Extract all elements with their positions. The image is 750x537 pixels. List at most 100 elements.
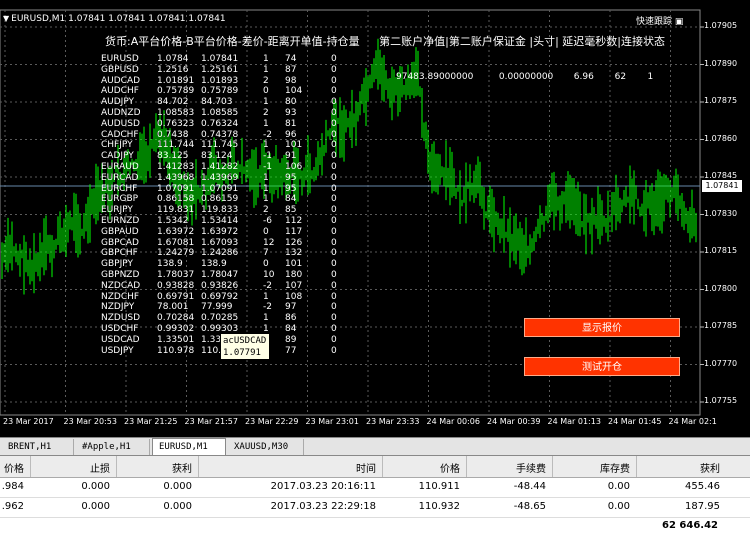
price-axis-label: 1.07845 [704, 171, 738, 180]
row-price-a: 0.93828 [157, 280, 195, 291]
table-row[interactable]: .962 0.000 0.000 2017.03.23 22:29:18 110.932… [0, 498, 750, 518]
row-distance: 101 [285, 140, 303, 151]
column-separator[interactable] [636, 456, 637, 477]
row-distance: 89 [285, 334, 297, 345]
data-tooltip: acUSDCAD 1.07791 [220, 333, 270, 360]
show-quote-button[interactable]: 显示报价 [524, 318, 680, 337]
account-margin: 0.00000000 [498, 72, 554, 82]
column-separator[interactable] [30, 456, 31, 477]
chart-tab[interactable]: BRENT,H1 [2, 439, 74, 455]
row-position: 0 [331, 215, 337, 226]
row-distance: 117 [285, 226, 303, 237]
row-position: 0 [331, 345, 337, 356]
column-separator[interactable] [116, 456, 117, 477]
row-spread: 1 [263, 64, 269, 75]
table-cell: .984 [1, 481, 24, 492]
row-price-a: 138.9 [157, 259, 183, 270]
row-price-a: 1.67081 [157, 237, 195, 248]
price-axis-label: 1.07860 [704, 133, 738, 143]
table-row[interactable]: .984 0.000 0.000 2017.03.23 20:16:11 110.911… [0, 478, 750, 498]
column-separator[interactable] [382, 456, 383, 477]
price-axis-label: 1.07830 [704, 208, 738, 218]
quick-track-label[interactable]: 快速跟踪 ▣ [636, 14, 683, 27]
row-symbol: GBPJPY [101, 259, 133, 270]
time-axis-label: 23 Mar 23:33 [366, 417, 420, 426]
price-row: NZDCHF 0.69791 0.69792 1 108 0 [101, 292, 361, 303]
row-price-b: 1.78047 [201, 269, 239, 280]
row-spread: 0 [263, 226, 269, 237]
row-symbol: AUDUSD [101, 118, 140, 129]
row-spread: 1 [263, 54, 269, 64]
price-row: NZDUSD 0.70284 0.70285 1 86 0 [101, 313, 361, 324]
row-distance: 112 [285, 215, 303, 226]
price-chart[interactable]: ▼ EURUSD,M1 1.07841 1.07841 1.07841 1.078… [0, 0, 750, 437]
total-balance: 62 646.42 [662, 520, 718, 531]
row-distance: 101 [285, 259, 303, 270]
column-separator[interactable] [466, 456, 467, 477]
row-distance: 95 [285, 183, 297, 194]
price-row: AUDJPY 84.702 84.703 1 80 0 [101, 97, 361, 108]
column-separator[interactable] [198, 456, 199, 477]
row-distance: 96 [285, 129, 297, 140]
row-spread: 1 [263, 183, 269, 194]
row-spread: 1 [263, 140, 269, 151]
row-distance: 95 [285, 172, 297, 183]
row-position: 0 [331, 237, 337, 248]
table-header-cell[interactable]: 时间 [356, 460, 376, 475]
row-position: 0 [331, 194, 337, 205]
row-spread: 0 [263, 86, 269, 97]
row-position: 0 [331, 302, 337, 313]
table-cell: 0.00 [607, 481, 630, 492]
trade-table-header: 价格 止损 获利 时间 价格 手续费 库存费 获利 [0, 456, 750, 478]
row-spread: 1 [263, 118, 269, 129]
table-header-cell[interactable]: 价格 [4, 460, 24, 475]
row-position: 0 [331, 86, 337, 97]
row-distance: 98 [285, 75, 297, 86]
header-label-prices: 货币:A平台价格-B平台价格-差价-距离开单值-持仓量 [105, 35, 360, 48]
row-price-b: 1.01893 [201, 75, 239, 86]
row-position: 0 [331, 172, 337, 183]
table-cell: .962 [1, 501, 24, 512]
row-position: 0 [331, 226, 337, 237]
price-row: CADCHF 0.7438 0.74378 -2 96 0 [101, 130, 361, 141]
chart-dropdown-icon[interactable]: ▼ [3, 14, 9, 23]
row-price-a: 1.78037 [157, 269, 195, 280]
table-header-cell[interactable]: 止损 [90, 460, 110, 475]
table-cell: 110.932 [418, 501, 460, 512]
row-position: 0 [331, 140, 337, 151]
price-row: CHFJPY 111.744 111.745 1 101 0 [101, 140, 361, 151]
row-symbol: GBPNZD [101, 269, 140, 280]
table-cell: 0.000 [163, 501, 192, 512]
row-price-b: 77.999 [201, 302, 233, 313]
time-axis-label: 24 Mar 00:39 [487, 417, 541, 426]
chart-tab[interactable]: #Apple,H1 [76, 439, 150, 455]
chart-tab[interactable]: EURUSD,M1 [152, 438, 226, 456]
row-spread: 7 [263, 248, 269, 259]
row-distance: 80 [285, 97, 297, 108]
row-spread: -2 [263, 129, 272, 140]
table-header-cell[interactable]: 价格 [440, 460, 460, 475]
row-symbol: AUDCAD [101, 75, 141, 86]
table-header-cell[interactable]: 获利 [172, 460, 192, 475]
row-symbol: AUDCHF [101, 86, 139, 97]
row-price-b: 0.75789 [201, 86, 239, 97]
row-spread: 10 [263, 269, 275, 280]
row-symbol: USDCAD [101, 334, 140, 345]
table-cell: 0.00 [607, 501, 630, 512]
chart-tab[interactable]: XAUUSD,M30 [228, 439, 304, 455]
time-axis-label: 23 Mar 23:01 [305, 417, 359, 426]
account-latency: 62 [614, 72, 627, 82]
column-separator[interactable] [552, 456, 553, 477]
row-price-b: 0.86159 [201, 194, 239, 205]
table-header-cell[interactable]: 库存费 [600, 460, 630, 475]
table-header-cell[interactable]: 手续费 [516, 460, 546, 475]
table-header-cell[interactable]: 获利 [700, 460, 720, 475]
price-row: GBPCHF 1.24279 1.24286 7 132 0 [101, 248, 361, 259]
chart-tabs: BRENT,H1 #Apple,H1 EURUSD,M1 XAUUSD,M30 [0, 437, 750, 456]
row-position: 0 [331, 259, 337, 270]
row-price-b: 0.74378 [201, 129, 239, 140]
row-position: 0 [331, 323, 337, 334]
row-symbol: AUDNZD [101, 107, 141, 118]
test-open-button[interactable]: 测试开仓 [524, 357, 680, 376]
row-price-a: 1.07091 [157, 183, 195, 194]
